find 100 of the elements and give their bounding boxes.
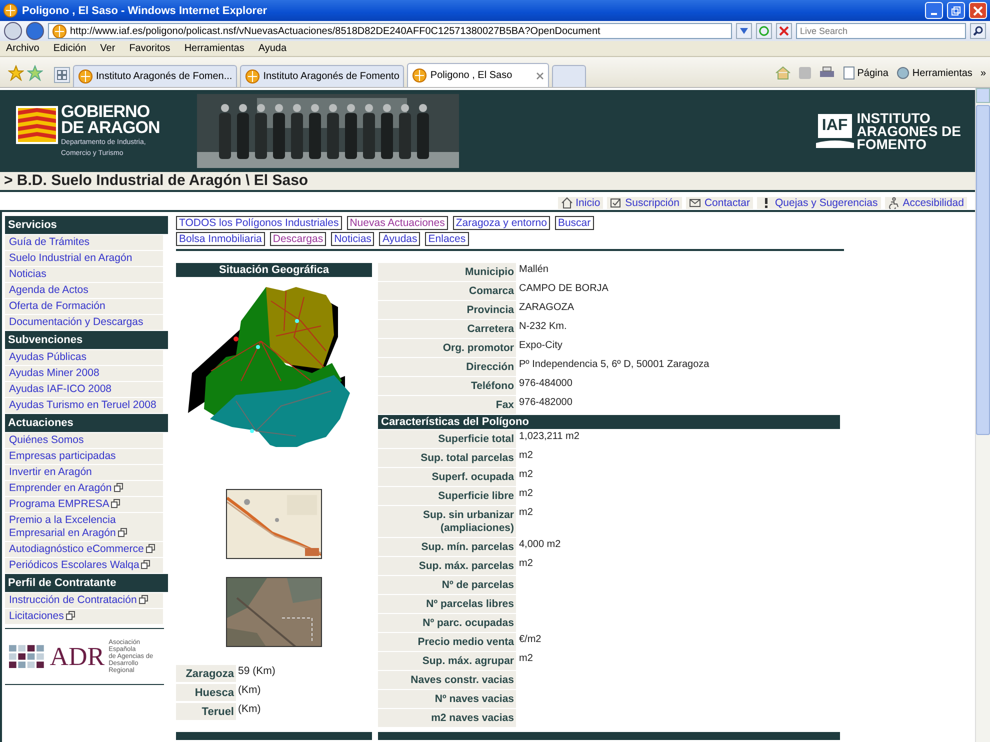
sidebar-link[interactable]: Programa EMPRESA — [5, 497, 163, 512]
sidebar-link[interactable]: Guía de Trámites — [5, 235, 163, 250]
search-field[interactable]: Live Search — [796, 23, 966, 39]
top-link[interactable]: Accesibilidad — [884, 197, 967, 209]
menu-item[interactable]: Edición — [53, 43, 86, 54]
top-link[interactable]: Inicio — [558, 197, 604, 209]
top-link[interactable]: Quejas y Sugerencias — [756, 197, 881, 209]
globe-icon — [412, 68, 428, 83]
row-value: 976-484000 — [519, 377, 572, 391]
row-label: Nº parc. ocupadas — [378, 614, 516, 632]
nav-link[interactable]: Enlaces — [425, 232, 469, 246]
restore-button[interactable] — [947, 2, 965, 19]
sidebar-link[interactable]: Invertir en Aragón — [5, 465, 163, 480]
sidebar-link[interactable]: Ayudas Miner 2008 — [5, 366, 163, 381]
menu-item[interactable]: Ver — [100, 43, 116, 54]
menu-item[interactable]: Favoritos — [129, 43, 170, 54]
nav-link[interactable]: TODOS los Polígonos Industriales — [176, 216, 342, 230]
sidebar-heading: Actuaciones — [5, 414, 168, 432]
nav-link[interactable]: Buscar — [554, 216, 594, 230]
browser-tab[interactable]: Poligono , El Saso — [407, 63, 550, 87]
row-label: Huesca — [176, 684, 236, 701]
sidebar-link[interactable]: Agenda de Actos — [5, 283, 163, 298]
row-label: Zaragoza — [176, 665, 236, 682]
home-icon — [560, 197, 573, 209]
sidebar-heading: Perfil de Contratante — [5, 574, 168, 592]
page-menu-button[interactable]: Página — [843, 66, 888, 80]
stop-button[interactable] — [776, 23, 792, 39]
minimize-button[interactable] — [925, 2, 943, 19]
sidebar-link[interactable]: Ayudas Turismo en Teruel 2008 — [5, 398, 163, 413]
top-link[interactable]: Suscripción — [607, 197, 682, 209]
logo-text: DE ARAGON — [61, 120, 160, 136]
globe-icon — [3, 3, 18, 18]
sidebar-link[interactable]: Noticias — [5, 267, 163, 282]
squares-icon — [9, 644, 46, 670]
dropdown-button[interactable] — [736, 23, 752, 39]
star-icon[interactable] — [8, 65, 24, 81]
menu-item[interactable]: Herramientas — [184, 43, 244, 54]
external-link-icon — [138, 595, 148, 604]
refresh-button[interactable] — [756, 23, 772, 39]
sidebar-link[interactable]: Premio a la Excelencia Empresarial en Aragón — [5, 513, 163, 541]
row-label: Sup. máx. parcelas — [378, 557, 516, 575]
row-value: m2 — [519, 468, 533, 482]
address-field[interactable]: http://www.iaf.es/poligono/policast.nsf/vNuevasActuaciones/8518D82DE240AFF0C12571380027B5BA?OpenDocument — [48, 23, 732, 39]
wheelchair-icon — [888, 197, 900, 209]
close-button[interactable] — [969, 2, 987, 19]
row-label: Municipio — [378, 263, 516, 281]
back-button[interactable] — [4, 22, 22, 40]
row-value: (Km) — [238, 703, 261, 717]
row-value: 976-482000 — [519, 396, 572, 410]
breadcrumb: > B.D. Suelo Industrial de Aragón \ El Saso — [0, 172, 975, 192]
section-heading: Características del Polígono — [378, 415, 840, 429]
more-button[interactable]: » — [980, 68, 986, 78]
row-label: m2 naves vacias — [378, 709, 516, 727]
nav-link[interactable]: Ayudas — [379, 232, 420, 246]
forward-button[interactable] — [26, 22, 44, 40]
sidebar-link[interactable]: Ayudas IAF-ICO 2008 — [5, 382, 163, 397]
tools-menu-button[interactable]: Herramientas — [896, 66, 972, 80]
external-link-icon — [66, 611, 75, 620]
flag-icon — [16, 106, 58, 144]
sidebar-link[interactable]: Instrucción de Contratación — [5, 593, 163, 608]
sidebar-link[interactable]: Periódicos Escolares Walqa — [5, 558, 163, 573]
sidebar-link[interactable]: Documentación y Descargas — [5, 315, 163, 330]
row-label: Nº parcelas libres — [378, 595, 516, 613]
nav-link[interactable]: Zaragoza y entorno — [452, 216, 550, 230]
top-link[interactable]: Contactar — [686, 197, 753, 209]
sidebar-heading: Subvenciones — [5, 331, 168, 349]
sidebar-link[interactable]: Autodiagnóstico eCommerce — [5, 542, 163, 557]
menu-item[interactable]: Archivo — [6, 43, 40, 54]
wave-icon — [816, 140, 854, 148]
row-label: Nº naves vacias — [378, 690, 516, 708]
browser-tab[interactable]: Instituto Aragonés de Fomento — [240, 65, 404, 87]
nav-link[interactable]: Nuevas Actuaciones — [346, 216, 448, 230]
restore-icon — [951, 6, 961, 16]
logo-mark: ADR — [50, 644, 105, 670]
logo-text: ARAGONES DE — [856, 124, 961, 138]
row-value: Expo-City — [519, 339, 562, 353]
sidebar-link[interactable]: Empresas participadas — [5, 449, 163, 464]
row-value: m2 — [519, 449, 533, 463]
close-icon — [973, 6, 983, 16]
row-label: Provincia — [378, 301, 516, 319]
sidebar-link[interactable]: Emprender en Aragón — [5, 481, 163, 496]
sidebar-link[interactable]: Licitaciones — [5, 609, 163, 624]
tab-list-button[interactable] — [54, 67, 70, 83]
menu-item[interactable]: Ayuda — [258, 43, 287, 54]
sidebar-link[interactable]: Oferta de Formación — [5, 299, 163, 314]
nav-link[interactable]: Descargas — [270, 232, 326, 246]
nav-link[interactable]: Noticias — [331, 232, 374, 246]
printer-icon[interactable] — [819, 66, 836, 80]
search-button[interactable] — [970, 23, 986, 39]
sidebar-link[interactable]: Ayudas Públicas — [5, 350, 163, 365]
close-icon[interactable] — [536, 72, 544, 80]
sidebar-link[interactable]: Quiénes Somos — [5, 433, 163, 448]
nav-link[interactable]: Bolsa Inmobiliaria — [176, 232, 265, 246]
browser-tab[interactable]: Instituto Aragonés de Fomen... — [73, 65, 238, 87]
home-icon[interactable] — [775, 66, 792, 80]
section-heading: Situación Geográfica — [176, 263, 372, 277]
logo-text: INSTITUTO — [856, 112, 932, 124]
sidebar-link[interactable]: Suelo Industrial en Aragón — [5, 251, 163, 266]
add-favorite-icon[interactable] — [27, 65, 43, 81]
scrollbar-thumb[interactable] — [976, 105, 990, 435]
